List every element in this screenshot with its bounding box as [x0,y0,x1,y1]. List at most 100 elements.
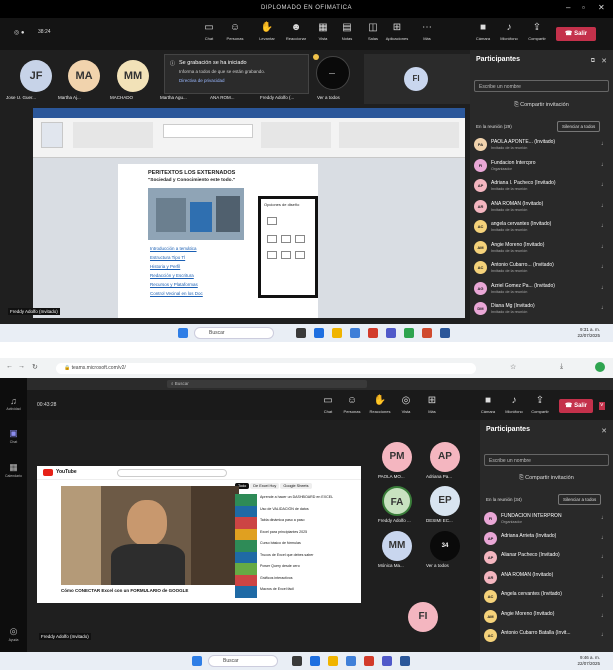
close-panel-icon[interactable]: ✕ [601,57,607,65]
store-icon[interactable] [350,328,360,338]
doc-link[interactable]: Estructura Tipo Tl [150,255,185,260]
camera-button[interactable]: ■ Cámara [470,21,496,41]
yt-suggestion[interactable]: Aprende a hacer un DASHBOARD en EXCEL [235,494,355,506]
address-bar[interactable]: 🔒 teams.microsoft.com/v2/ [56,363,476,374]
doc-link[interactable]: Recursos y Plataformas [150,282,198,287]
participant-row[interactable]: AR ANA ROMAN (Invitado) Invitado de la reu… [474,198,609,216]
more-button[interactable]: ⊞ Más [419,394,445,414]
edge-icon[interactable] [310,656,320,666]
yt-suggestion[interactable]: Gráficos interactivos [235,574,355,587]
participant-row[interactable]: AP Adriana I. Pacheco (Invitado) Invitado … [474,177,609,195]
participant-row[interactable]: PA PAOLA APONTE... (Invitado) Invitado de … [474,136,609,154]
privacy-link[interactable]: Directiva de privacidad [179,78,225,83]
participant-row[interactable]: AC Antonio Cubarro Batalla (Invit... ♩ [484,627,609,645]
participant-row[interactable]: AC Antonio Cubarro... (Invitado) Invitado … [474,259,609,277]
chat-button[interactable]: ▭ Chat [196,21,222,41]
in-meeting-header[interactable]: En la reunión (34) [486,497,522,502]
participant-search-input[interactable]: Escribe un nombre [484,454,609,466]
avatar[interactable]: 34 [430,531,460,561]
people-button[interactable]: ☺ Personas [339,394,365,414]
share-invite-button[interactable]: ⎘ Compartir invitación [474,102,609,109]
close-panel-icon[interactable]: ✕ [601,427,607,435]
task-view-icon[interactable] [292,656,302,666]
close-icon[interactable]: ✕ [598,3,605,12]
view-button[interactable]: ◎ Vista [393,394,419,414]
participant-row[interactable]: FI Fundacion Intercpro Organizador ♩ [474,157,609,175]
more-participants-tile[interactable]: — [313,54,350,90]
app-icon[interactable] [404,328,414,338]
avatar[interactable]: MA [68,60,100,92]
react-button[interactable]: ☻ Reaccionar [283,21,309,41]
doc-image[interactable] [148,188,244,240]
share-button[interactable]: ⇪ Compartir [524,21,550,41]
rail-help[interactable]: ◎ Ayuda [0,626,27,642]
apps-button[interactable]: ⊞ Aplicaciones [384,21,410,41]
yt-suggestion[interactable]: Curso básico de fórmulas [235,540,355,552]
rooms-button[interactable]: ◫ Salas [360,21,386,41]
yt-suggestion[interactable]: Uso de VALIDACIÓN de datos [235,505,355,518]
doc-link[interactable]: Historia y Perfil [150,264,180,269]
youtube-video-player[interactable] [61,486,239,585]
avatar[interactable]: FA [382,486,412,516]
teams-icon[interactable] [382,656,392,666]
participant-row[interactable]: AR ANA ROMAN (Invitado) ♩ [484,569,609,587]
react-button[interactable]: ✋ Reacciones [367,394,393,414]
teams-icon[interactable] [386,328,396,338]
see-all-label[interactable]: Ver a todos [317,95,340,100]
leave-button[interactable]: ☎ Salir [559,399,593,413]
yt-suggestion[interactable]: Excel para principiantes 2025 [235,528,355,541]
participant-row[interactable]: AC Angela cervantes (Invitado) ♩ [484,588,609,606]
back-icon[interactable]: ← [6,363,13,370]
task-view-icon[interactable] [296,328,306,338]
taskbar-search[interactable]: Buscar [208,655,278,667]
share-button[interactable]: ⇪ Compartir [527,394,553,414]
layout-tight-icon[interactable] [281,235,291,243]
maximize-icon[interactable]: ▫ [582,3,585,12]
profile-avatar[interactable] [595,362,605,372]
in-meeting-header[interactable]: En la reunión (29) [476,124,512,129]
view-button[interactable]: ▦ Vista [310,21,336,41]
participant-row[interactable]: AM Angie Moreno (Invitado) Invitado de la … [474,239,609,257]
layout-inline-icon[interactable] [267,217,277,225]
yt-suggestion[interactable]: Power Query desde cero [235,563,355,575]
avatar[interactable]: MM [117,60,149,92]
doc-link[interactable]: Introducción a temática [150,246,197,251]
minimize-icon[interactable]: – [566,3,570,12]
download-icon[interactable]: ⤓ [560,363,563,371]
word-icon[interactable] [400,656,410,666]
more-button[interactable]: ⋯ Más [414,21,440,41]
participant-search-input[interactable]: Escribe un nombre [474,80,609,92]
yt-suggestion[interactable]: Macros de Excel fácil [235,586,355,598]
chevron-down-icon[interactable]: ˅ [599,402,605,410]
leave-button[interactable]: ☎ Salir [556,27,596,41]
participant-row[interactable]: AC angela cervantes (Invitado) Invitado de… [474,218,609,236]
participant-row[interactable]: AG Azriel Gomez Pa... (Invitado) Invitado … [474,280,609,298]
raise-hand-button[interactable]: ✋ Levantar [254,21,280,41]
forward-icon[interactable]: → [18,363,25,370]
mic-button[interactable]: ♪ Micrófono [501,394,527,414]
layout-behind-icon[interactable] [281,251,291,259]
yt-suggestion[interactable]: Tabla dinámica paso a paso [235,517,355,529]
yt-suggestion[interactable]: Trucos de Excel que debes saber [235,551,355,564]
chrome-icon[interactable] [368,328,378,338]
windows-start-icon[interactable] [178,328,188,338]
mute-all-button[interactable]: Silenciar a todos [558,494,602,505]
reload-icon[interactable]: ↻ [32,363,38,371]
star-icon[interactable]: ☆ [510,363,516,371]
avatar[interactable]: FI [404,67,428,91]
chat-button[interactable]: ▭ Chat [315,394,341,414]
participant-row[interactable]: AP Adriana Arrieta (Invitado) ♩ [484,530,609,548]
notes-button[interactable]: ▤ Notas [334,21,360,41]
avatar[interactable]: PM [382,442,412,472]
mute-all-button[interactable]: Silenciar a todos [557,121,601,132]
file-explorer-icon[interactable] [332,328,342,338]
popout-icon[interactable]: ⧉ [591,58,595,65]
word-icon[interactable] [440,328,450,338]
teams-search-input[interactable]: ⌕ Buscar [167,380,367,388]
taskbar-search[interactable]: Buscar [194,327,274,339]
file-explorer-icon[interactable] [328,656,338,666]
layout-square-icon[interactable] [267,235,277,243]
doc-link[interactable]: Control Vecinal en los Doc [150,291,203,296]
doc-link[interactable]: Redacción y Escritura [150,273,194,278]
people-button[interactable]: ☺ Personas [222,21,248,41]
